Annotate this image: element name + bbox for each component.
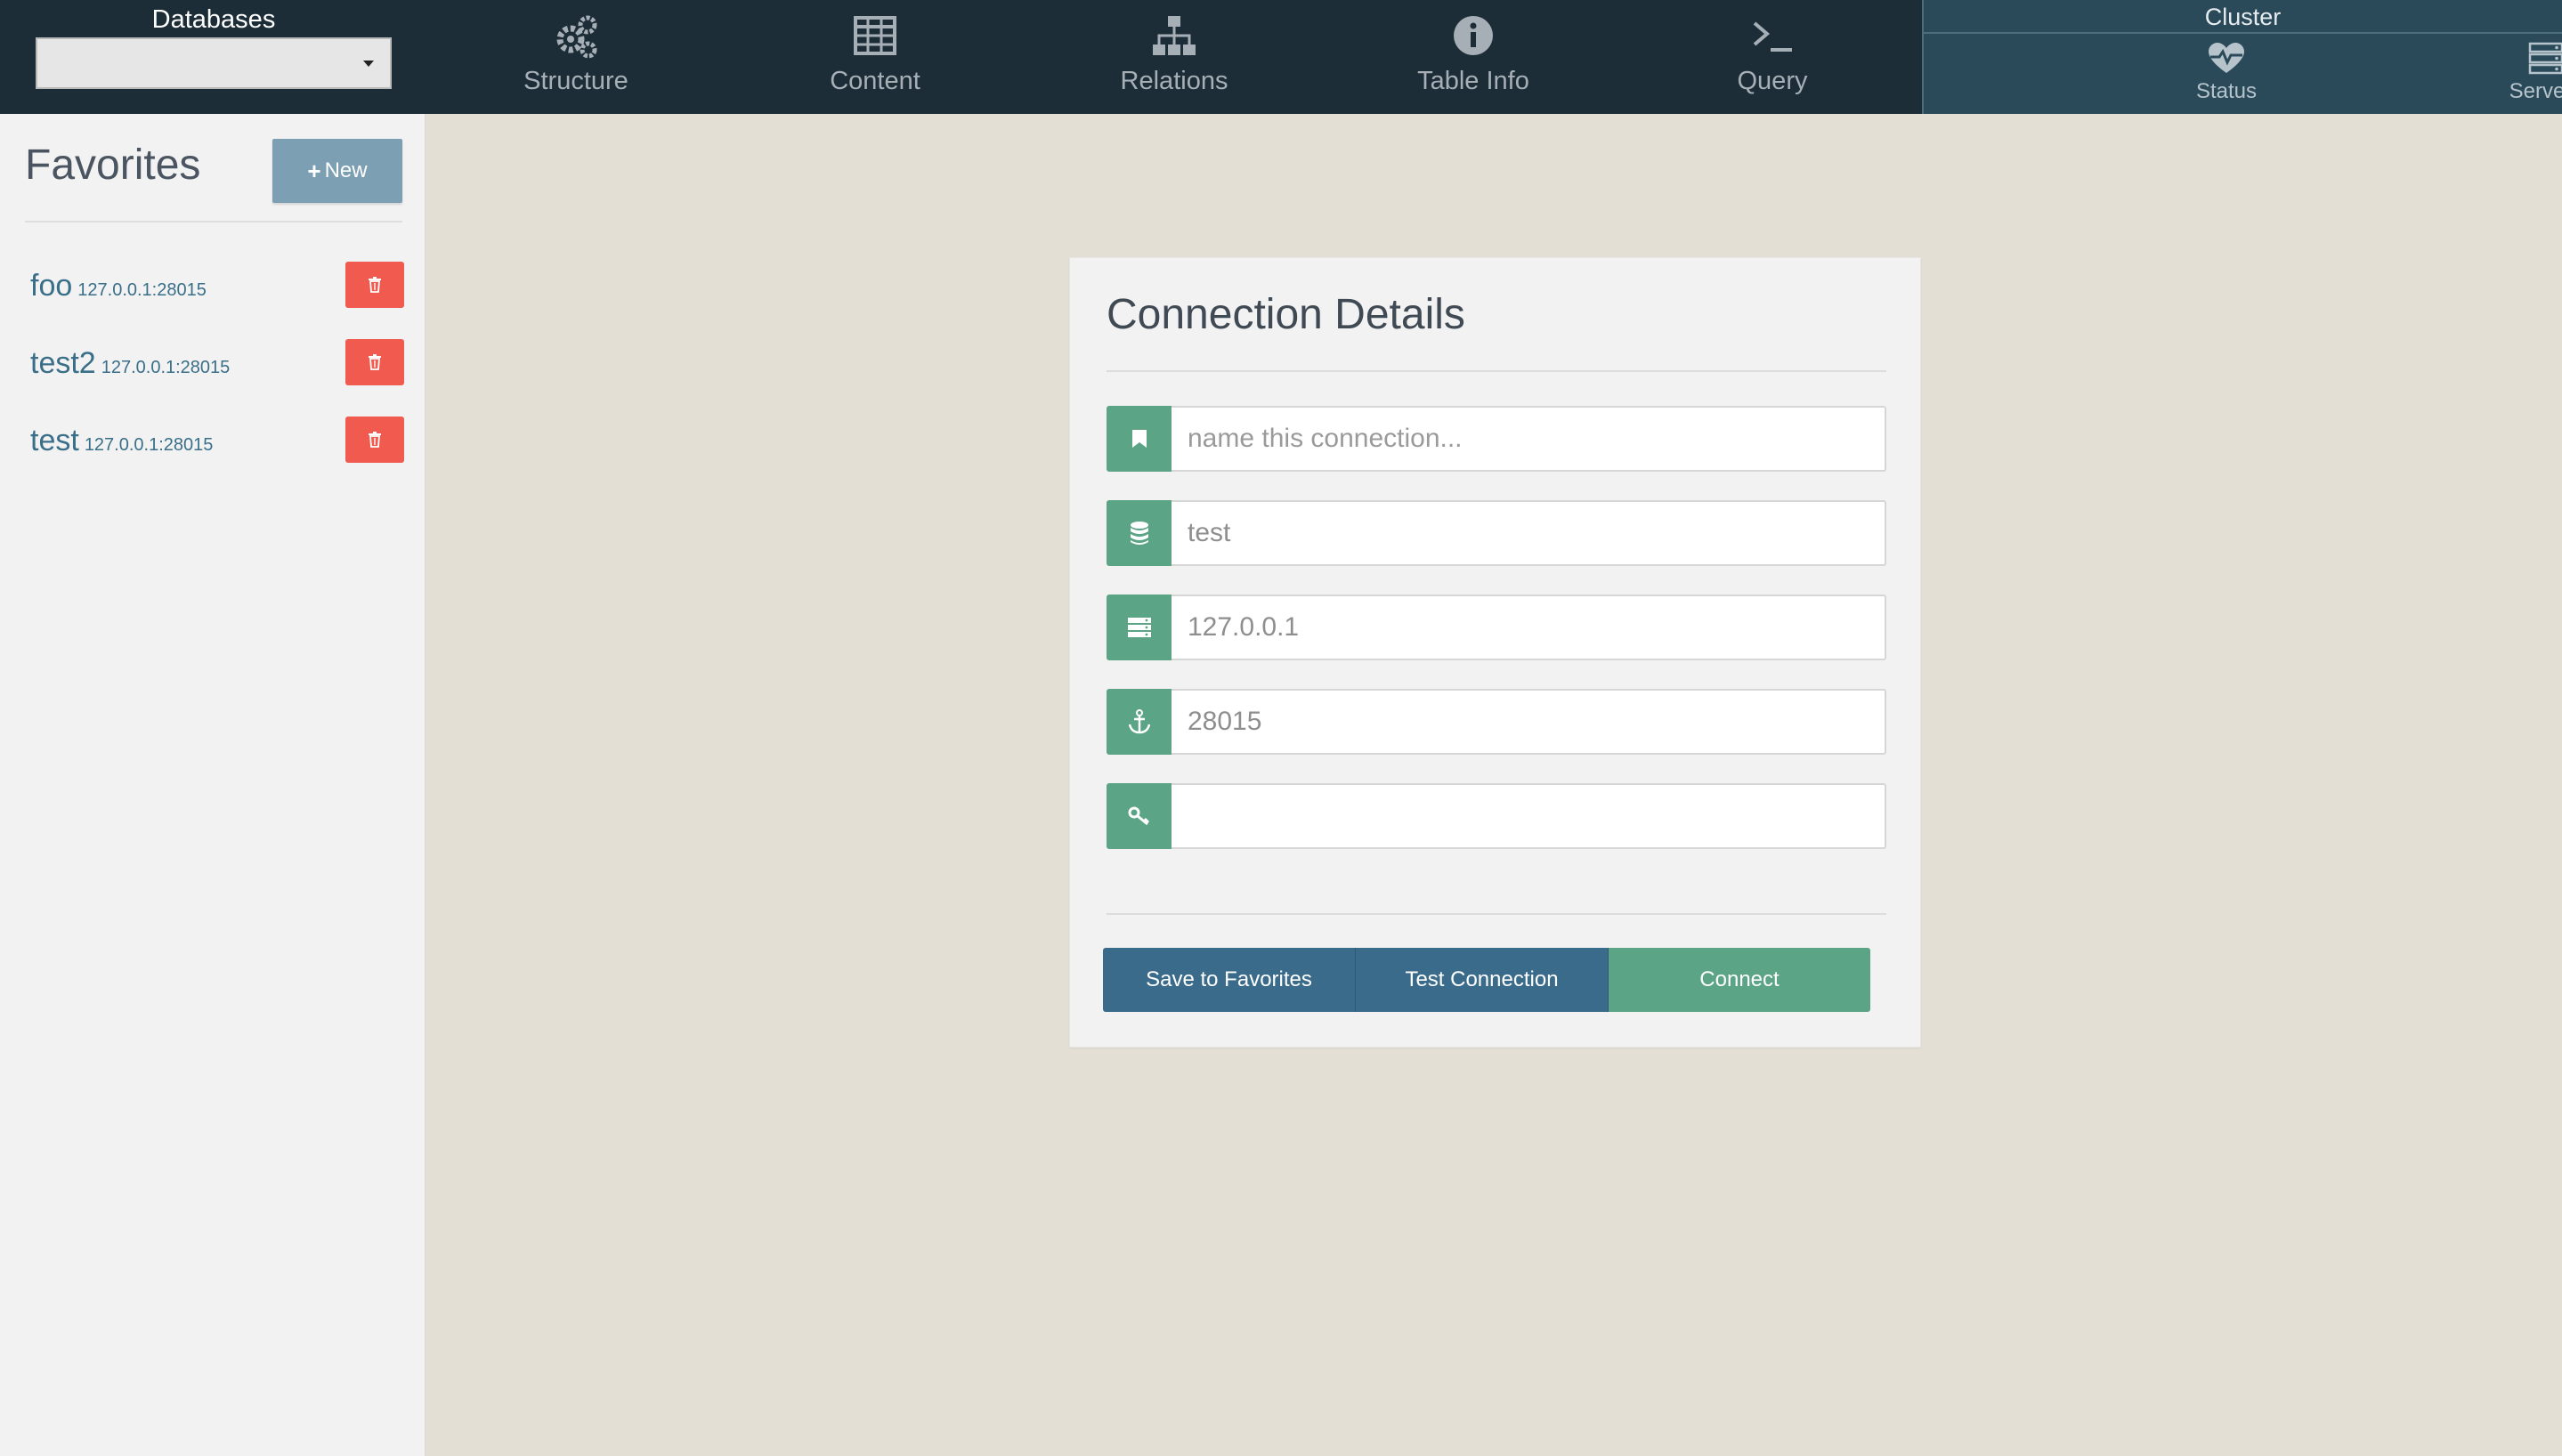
connection-actions: Save to Favorites Test Connection Connec… bbox=[1103, 948, 1870, 1012]
gears-icon bbox=[556, 15, 597, 59]
test-connection-button[interactable]: Test Connection bbox=[1356, 948, 1609, 1012]
heartbeat-icon bbox=[2209, 43, 2244, 73]
servers-icon bbox=[2528, 42, 2562, 75]
database-input[interactable] bbox=[1172, 500, 1886, 566]
key-icon bbox=[1107, 783, 1172, 849]
server-icon bbox=[1107, 595, 1172, 660]
new-favorite-label: New bbox=[324, 158, 368, 182]
databases-label: Databases bbox=[151, 5, 276, 34]
delete-favorite-button[interactable] bbox=[345, 417, 404, 463]
divider bbox=[1107, 370, 1886, 372]
trash-icon bbox=[369, 277, 381, 293]
nav-query[interactable]: Query bbox=[1639, 12, 1906, 105]
favorite-host: 127.0.0.1:28015 bbox=[84, 435, 214, 455]
favorite-host: 127.0.0.1:28015 bbox=[77, 280, 207, 300]
terminal-icon bbox=[1753, 21, 1792, 52]
bookmark-icon bbox=[1107, 406, 1172, 472]
databases-block: Databases bbox=[36, 4, 392, 110]
nav-content[interactable]: Content bbox=[742, 12, 1009, 105]
nav-structure[interactable]: Structure bbox=[442, 12, 709, 105]
panel-title: Connection Details bbox=[1107, 291, 1465, 338]
nav-content-label: Content bbox=[830, 67, 920, 95]
anchor-icon bbox=[1107, 689, 1172, 755]
nav-structure-label: Structure bbox=[523, 67, 628, 95]
favorites-sidebar: Favorites + New foo 127.0.0.1:28015 test2… bbox=[0, 114, 426, 1456]
favorite-name[interactable]: test2 bbox=[30, 346, 96, 380]
favorite-host: 127.0.0.1:28015 bbox=[101, 358, 231, 377]
save-to-favorites-button[interactable]: Save to Favorites bbox=[1103, 948, 1356, 1012]
cluster-panel: Cluster Status Servers bbox=[1922, 0, 2562, 114]
nav-relations[interactable]: Relations bbox=[1041, 12, 1308, 105]
trash-icon bbox=[369, 354, 381, 370]
connection-details-panel: Connection Details name this connection.… bbox=[1069, 257, 1921, 1048]
connection-name-input[interactable] bbox=[1172, 406, 1886, 472]
favorite-item[interactable]: test2 127.0.0.1:28015 bbox=[30, 339, 404, 387]
favorites-title: Favorites bbox=[25, 142, 201, 189]
info-icon bbox=[1454, 16, 1493, 55]
databases-select[interactable] bbox=[36, 37, 392, 89]
auth-key-field bbox=[1107, 783, 1886, 849]
favorite-name[interactable]: test bbox=[30, 424, 79, 457]
plus-icon: + bbox=[307, 157, 321, 184]
database-field bbox=[1107, 500, 1886, 566]
cluster-servers[interactable]: Servers bbox=[2412, 37, 2562, 110]
favorite-item[interactable]: test 127.0.0.1:28015 bbox=[30, 417, 404, 465]
cluster-status-label: Status bbox=[2195, 79, 2258, 103]
nav-relations-label: Relations bbox=[1120, 67, 1228, 95]
delete-favorite-button[interactable] bbox=[345, 262, 404, 308]
trash-icon bbox=[369, 432, 381, 448]
database-icon bbox=[1107, 500, 1172, 566]
auth-key-input[interactable] bbox=[1172, 783, 1886, 849]
connect-button[interactable]: Connect bbox=[1609, 948, 1870, 1012]
host-input[interactable] bbox=[1172, 595, 1886, 660]
new-favorite-button[interactable]: + New bbox=[272, 139, 402, 203]
host-field bbox=[1107, 595, 1886, 660]
connection-name-field bbox=[1107, 406, 1886, 472]
favorite-item[interactable]: foo 127.0.0.1:28015 bbox=[30, 262, 404, 310]
table-icon bbox=[854, 16, 896, 55]
cluster-status[interactable]: Status bbox=[2093, 37, 2360, 110]
favorite-name[interactable]: foo bbox=[30, 269, 72, 303]
nav-table-info[interactable]: Table Info bbox=[1340, 12, 1607, 105]
delete-favorite-button[interactable] bbox=[345, 339, 404, 385]
port-input[interactable] bbox=[1172, 689, 1886, 755]
cluster-title: Cluster bbox=[1924, 0, 2562, 34]
port-field bbox=[1107, 689, 1886, 755]
sitemap-icon bbox=[1153, 16, 1196, 55]
top-navbar: Databases Structure Content Relations Ta… bbox=[0, 0, 2562, 114]
nav-table-info-label: Table Info bbox=[1417, 67, 1529, 95]
cluster-servers-label: Servers bbox=[2509, 79, 2562, 103]
divider bbox=[1107, 913, 1886, 915]
nav-query-label: Query bbox=[1737, 67, 1808, 95]
divider bbox=[25, 221, 402, 222]
caret-down-icon bbox=[363, 61, 374, 67]
